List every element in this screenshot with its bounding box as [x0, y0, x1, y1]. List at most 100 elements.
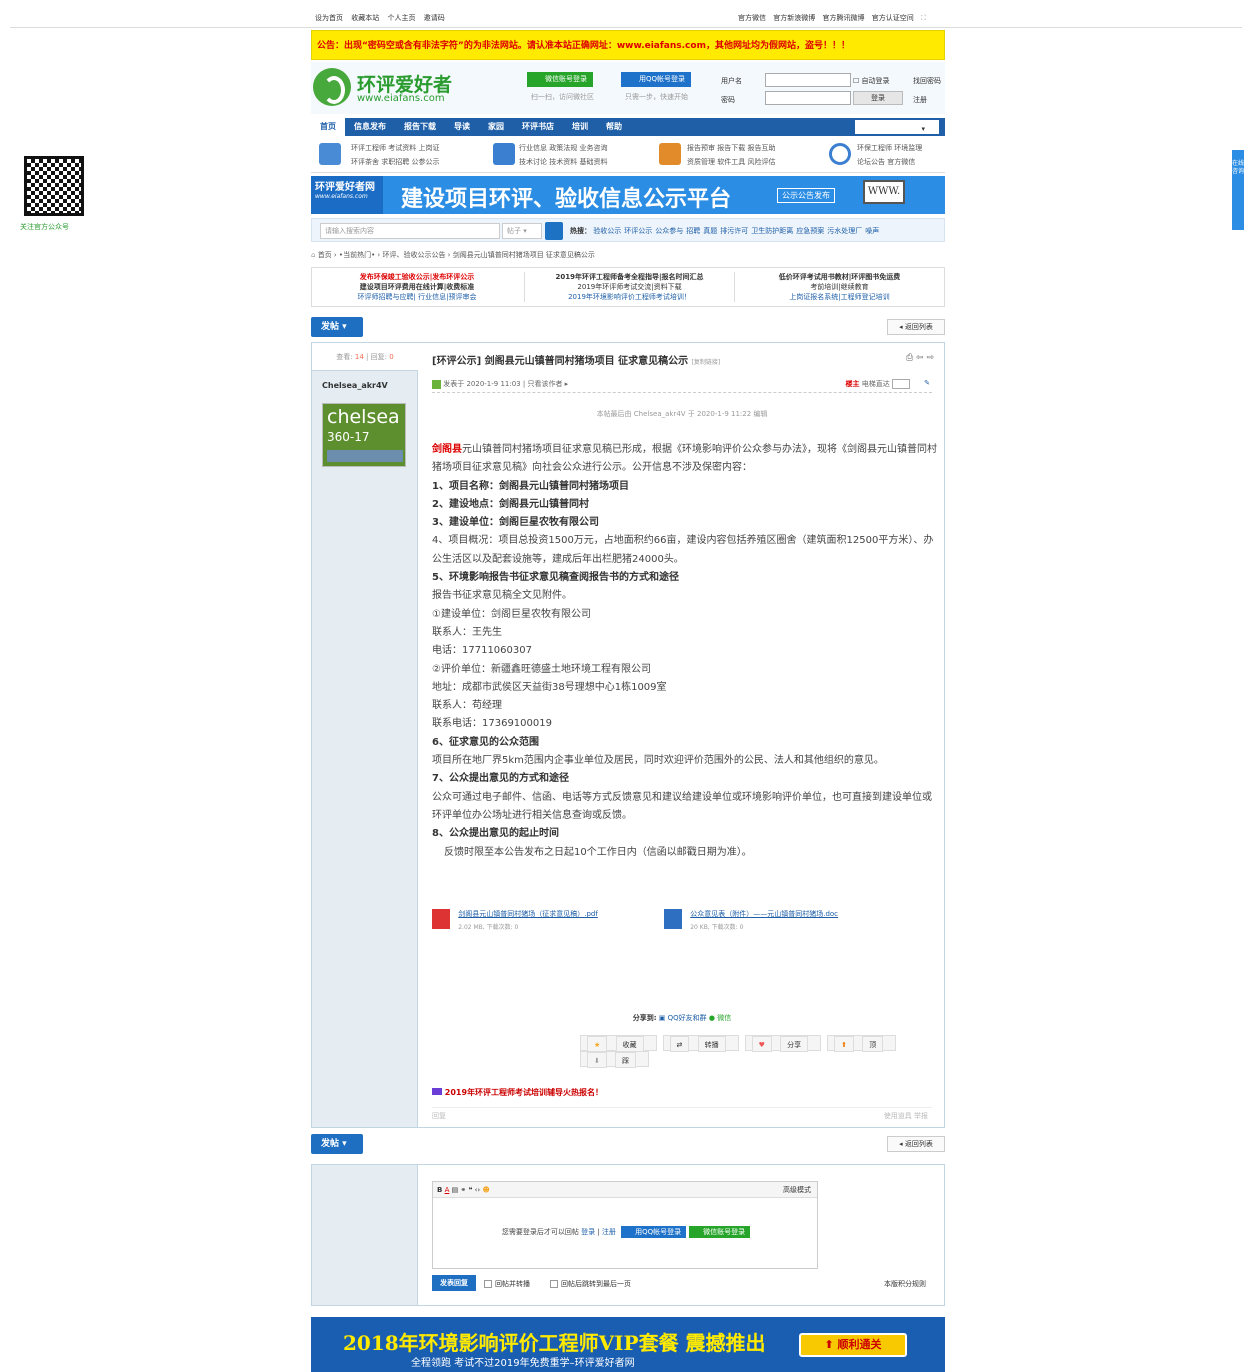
wechat-login-button[interactable]: 微信账号登录	[689, 1226, 751, 1238]
hot-item[interactable]: 公众参与	[655, 227, 683, 235]
bottom-banner-button[interactable]: ⬆ 顺利通关	[799, 1333, 907, 1357]
copy-link[interactable]: [复制链接]	[692, 359, 721, 366]
downvote-button[interactable]: ⬇ 踩	[580, 1051, 650, 1068]
top-link-wechat[interactable]: 官方微信	[738, 14, 766, 22]
logo-icon[interactable]	[313, 68, 351, 106]
favorite-button[interactable]: ★ 收藏	[580, 1035, 657, 1052]
reply-editor[interactable]: B A ▤ ⚭ ❝ ‹› ☻ 高级模式 您需要登录后才可以回帖 登录 | 注册 用…	[432, 1181, 818, 1269]
breadcrumb-text[interactable]: 首页 › •当前热门• › 环评、验收公示公告 › 剑阁县元山镇普同村猪场项目 …	[318, 251, 595, 259]
author-name[interactable]: Chelsea_akr4V	[322, 381, 388, 390]
subnav-group-4[interactable]: 环保工程师 环境监理 论坛公告 官方微信	[857, 141, 922, 169]
quote-icon[interactable]: ❝	[469, 1186, 473, 1194]
banner[interactable]: 环评爱好者网 www.eiafans.com 建设项目环评、验收信息公示平台 公示…	[311, 176, 945, 214]
back-to-list-button[interactable]: ◂ 返回列表	[887, 1136, 945, 1152]
search-input[interactable]: 请输入搜索内容	[320, 223, 500, 239]
nav-info[interactable]: 信息发布	[345, 118, 395, 136]
back-to-list-button[interactable]: ◂ 返回列表	[887, 319, 945, 335]
username-input[interactable]	[765, 73, 851, 87]
hot-item[interactable]: 验收公示	[593, 227, 621, 235]
bold-icon[interactable]: B	[437, 1186, 442, 1194]
nav-training[interactable]: 培训	[563, 118, 597, 136]
top-link-profile[interactable]: 个人主页	[387, 14, 415, 22]
hot-item[interactable]: 卫生防护距离	[751, 227, 793, 235]
search-icon[interactable]	[545, 222, 563, 240]
go-icon[interactable]: ✎	[924, 379, 930, 387]
subnav-group-3[interactable]: 报告预审 报告下载 报告互助 资质管理 软件工具 风险评估	[687, 141, 775, 169]
hot-item[interactable]: 污水处理厂	[827, 227, 862, 235]
register-link[interactable]: 注册	[602, 1228, 616, 1236]
quick-nav-button[interactable]: 快捷导航 ▾	[855, 120, 939, 134]
code-icon[interactable]: ‹›	[475, 1186, 481, 1194]
top-link-bookmark[interactable]: 收藏本站	[351, 14, 379, 22]
nav-guide[interactable]: 导读	[445, 118, 479, 136]
new-post-button[interactable]: 发帖 ▾	[311, 1134, 363, 1154]
link-item[interactable]: 发布环保竣工验收公示|发布环评公示	[312, 272, 522, 282]
nav-bookstore[interactable]: 环评书店	[513, 118, 563, 136]
link-item[interactable]: 2019年环评工程师备考全程指导|报名时间汇总	[525, 272, 734, 282]
link-icon[interactable]: ⚭	[460, 1186, 466, 1194]
new-post-button[interactable]: 发帖 ▾	[311, 317, 363, 337]
top-link-invite[interactable]: 邀请码	[424, 14, 445, 22]
link-item[interactable]: 环评师招聘与应聘| 行业信息|预评审会	[312, 292, 522, 302]
top-link-space[interactable]: 官方认证空间	[872, 14, 914, 22]
top-link-sina[interactable]: 官方新浪微博	[773, 14, 815, 22]
share-wechat[interactable]: ● 微信	[709, 1014, 731, 1022]
link-item[interactable]: 上岗证报名系统|工程师登记培训	[735, 292, 944, 302]
float-consult[interactable]: 在线咨询	[1232, 150, 1244, 230]
avatar[interactable]: chelsea 360-17	[322, 403, 406, 467]
tools-report-link[interactable]: 使用道具 举报	[884, 1111, 928, 1121]
banner-publish-button[interactable]: 公示公告发布	[777, 188, 835, 203]
attachment-link[interactable]: 公众意见表（附件）——元山镇普同村猪场.doc	[690, 910, 838, 918]
link-item[interactable]: 低价环评考试用书教材|环评图书免运费	[735, 272, 944, 282]
upvote-button[interactable]: ⬆ 顶	[827, 1035, 897, 1052]
nav-help[interactable]: 帮助	[597, 118, 631, 136]
search-type-select[interactable]: 帖子 ▾	[502, 223, 542, 239]
nav-home-space[interactable]: 家园	[479, 118, 513, 136]
link-item[interactable]: 2019年环境影响评价工程师考试培训！	[525, 292, 734, 302]
advanced-mode-link[interactable]: 高级模式	[783, 1182, 811, 1198]
nav-home[interactable]: 首页	[311, 118, 345, 136]
nav-reports[interactable]: 报告下载	[395, 118, 445, 136]
bottom-banner[interactable]: 2018年环境影响评价工程师VIP套餐 震撼推出 全程领跑 考试不过2019年免…	[311, 1317, 945, 1372]
hot-item[interactable]: 真题	[703, 227, 717, 235]
qq-login-button[interactable]: 用QQ帐号登录	[621, 1226, 687, 1238]
repost-checkbox[interactable]: 回帖并转播	[484, 1279, 530, 1289]
hot-item[interactable]: 环评公示	[624, 227, 652, 235]
image-icon[interactable]: ▤	[452, 1186, 459, 1194]
attachment-link[interactable]: 剑阁县元山镇普同村猪场（征求意见稿）.pdf	[458, 910, 598, 918]
jump-last-checkbox[interactable]: 回帖后跳转到最后一页	[550, 1279, 631, 1289]
repost-button[interactable]: ⇄ 转播	[662, 1035, 739, 1052]
credit-rules-link[interactable]: 本版积分规则	[884, 1279, 926, 1289]
floor-input[interactable]	[892, 379, 910, 389]
only-author-link[interactable]: 只看该作者	[527, 380, 562, 388]
hot-item[interactable]: 招聘	[686, 227, 700, 235]
smiley-icon[interactable]: ☻	[482, 1186, 489, 1194]
home-icon[interactable]: ⌂	[311, 251, 315, 259]
auto-login-checkbox[interactable]: ☐ 自动登录	[853, 76, 890, 86]
share-qq[interactable]: ▣ QQ好友和群	[659, 1014, 707, 1022]
subnav-group-2[interactable]: 行业信息 政策法规 业务咨询 技术讨论 技术资料 基础资料	[519, 141, 607, 169]
top-link-homepage[interactable]: 设为首页	[315, 14, 343, 22]
register-link[interactable]: 注册	[913, 95, 927, 105]
subnav-group-1[interactable]: 环评工程师 考试资料 上岗证 环评茶舍 求职招聘 公参公示	[351, 141, 439, 169]
hot-item[interactable]: 应急预案	[796, 227, 824, 235]
hot-item[interactable]: 噪声	[865, 227, 879, 235]
top-link-tencent[interactable]: 官方腾讯微博	[822, 14, 864, 22]
share-button[interactable]: ♥ 分享	[744, 1035, 822, 1052]
login-button[interactable]: 登录	[853, 91, 903, 105]
find-password-link[interactable]: 找回密码	[913, 76, 941, 86]
link-item[interactable]: 考前培训|继续教育	[735, 282, 944, 292]
login-link[interactable]: 登录	[581, 1228, 595, 1236]
link-item[interactable]: 建设项目环评费用在线计算|收费标准	[312, 282, 522, 292]
font-color-icon[interactable]: A	[445, 1186, 450, 1194]
wechat-login-button[interactable]: 微信账号登录	[527, 72, 593, 87]
submit-reply-button[interactable]: 发表回复	[432, 1275, 476, 1291]
link-item[interactable]: 2019年环评师考试交流|资料下载	[525, 282, 734, 292]
print-prev-next-icons[interactable]: ⎙ ⇦ ⇨	[906, 353, 934, 363]
password-input[interactable]	[765, 91, 851, 105]
fullscreen-icon[interactable]: ⛶	[921, 14, 926, 22]
reply-link[interactable]: 回复	[432, 1112, 446, 1120]
hot-item[interactable]: 排污许可	[720, 227, 748, 235]
qq-login-button[interactable]: 用QQ帐号登录	[621, 72, 692, 87]
promo-link[interactable]: 2019年环评工程师考试培训辅导火热报名！	[432, 1087, 603, 1098]
